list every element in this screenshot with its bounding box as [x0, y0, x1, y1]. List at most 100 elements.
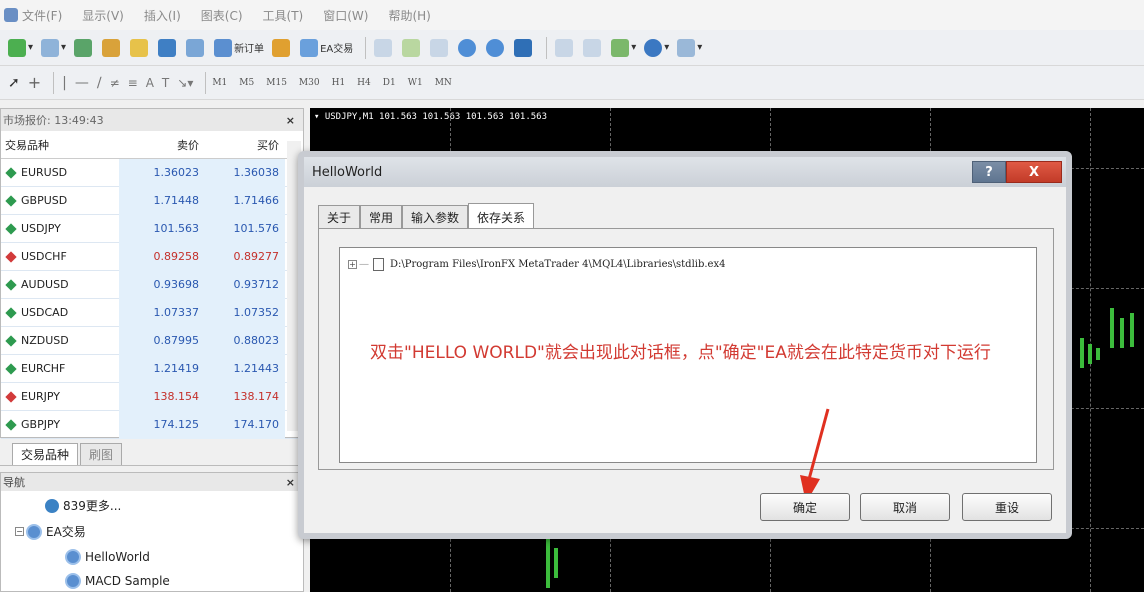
- menu-view[interactable]: 显示(V): [82, 7, 124, 24]
- bar-chart-button[interactable]: [372, 36, 396, 60]
- crosshair-icon: +: [27, 73, 42, 92]
- symbol-name: EURJPY: [21, 390, 60, 403]
- timeframe-m1[interactable]: M1: [212, 78, 227, 88]
- market-watch-button[interactable]: [72, 36, 96, 60]
- separator: [53, 71, 55, 94]
- cancel-button[interactable]: 取消: [860, 493, 950, 521]
- table-row[interactable]: USDCHF 0.89258 0.89277: [1, 242, 303, 271]
- menu-tools[interactable]: 工具(T): [263, 7, 304, 24]
- table-row[interactable]: GBPJPY 174.125 174.170: [1, 410, 303, 439]
- up-arrow-icon: [5, 194, 17, 207]
- close-icon[interactable]: ×: [286, 476, 295, 489]
- nav-item-expert-advisors[interactable]: − EA交易: [15, 523, 86, 540]
- nav-item-macd-sample[interactable]: MACD Sample: [65, 573, 170, 589]
- menu-bar: 文件(F) 显示(V) 插入(I) 图表(C) 工具(T) 窗口(W) 帮助(H…: [0, 0, 1144, 30]
- trendline-button[interactable]: ∕: [95, 71, 104, 95]
- menu-help[interactable]: 帮助(H): [388, 7, 430, 24]
- text-button[interactable]: A: [144, 71, 156, 95]
- file-icon: [373, 258, 384, 271]
- navigator-button[interactable]: [128, 36, 152, 60]
- globe-icon: [45, 498, 59, 513]
- chart-shift-button[interactable]: [581, 36, 605, 60]
- fibonacci-button[interactable]: ≡: [126, 71, 140, 95]
- cursor-button[interactable]: ➚: [6, 71, 22, 95]
- tester-button[interactable]: [184, 36, 208, 60]
- close-button[interactable]: X: [1006, 161, 1062, 183]
- timeframe-d1[interactable]: D1: [383, 78, 396, 88]
- tab-inputs[interactable]: 输入参数: [402, 205, 469, 229]
- help-button[interactable]: ?: [972, 161, 1006, 183]
- tab-dependencies[interactable]: 依存关系: [468, 203, 535, 229]
- table-row[interactable]: USDCAD 1.07337 1.07352: [1, 298, 303, 327]
- templates-button[interactable]: ▾: [675, 36, 704, 60]
- nav-item-label: HelloWorld: [85, 550, 150, 564]
- tile-windows-button[interactable]: [512, 36, 536, 60]
- terminal-button[interactable]: [156, 36, 180, 60]
- timeframe-m15[interactable]: M15: [266, 78, 287, 88]
- timeframe-w1[interactable]: W1: [408, 78, 423, 88]
- table-row[interactable]: GBPUSD 1.71448 1.71466: [1, 186, 303, 215]
- expand-icon[interactable]: −: [15, 527, 24, 536]
- dialog-title: HelloWorld: [312, 164, 383, 180]
- crosshair-button[interactable]: +: [26, 71, 43, 95]
- drawing-toolbar: ➚ + | — ∕ ≠ ≡ A T ↘▾ M1 M5 M15 M30 H1 H4…: [0, 66, 1144, 100]
- table-row[interactable]: EURUSD 1.36023 1.36038: [1, 158, 303, 187]
- candle: [1130, 313, 1134, 347]
- menu-file[interactable]: 文件(F): [22, 7, 62, 24]
- nav-item-helloworld[interactable]: HelloWorld: [65, 549, 150, 565]
- ok-button[interactable]: 确定: [760, 493, 850, 521]
- nav-item-more[interactable]: 839更多...: [45, 497, 121, 514]
- timeframe-mn[interactable]: MN: [435, 78, 452, 88]
- candle-chart-button[interactable]: [400, 36, 424, 60]
- ea-trading-button[interactable]: EA交易: [298, 36, 355, 60]
- tab-about[interactable]: 关于: [318, 205, 361, 229]
- candle: [1110, 308, 1114, 348]
- table-row[interactable]: USDJPY 101.563 101.576: [1, 214, 303, 243]
- timeframe-h4[interactable]: H4: [357, 78, 371, 88]
- periods-button[interactable]: ▾: [642, 36, 671, 60]
- new-chart-button[interactable]: ▾: [6, 36, 35, 60]
- auto-scroll-icon: [555, 38, 574, 57]
- vertical-line-button[interactable]: |: [60, 71, 69, 95]
- timeframe-h1[interactable]: H1: [332, 78, 346, 88]
- profiles-button[interactable]: ▾: [39, 36, 68, 60]
- column-header-ask[interactable]: 买价: [203, 137, 285, 153]
- close-icon[interactable]: ×: [286, 114, 295, 127]
- table-row[interactable]: EURCHF 1.21419 1.21443: [1, 354, 303, 383]
- indicators-button[interactable]: ▾: [609, 36, 638, 60]
- timeframe-m30[interactable]: M30: [299, 78, 320, 88]
- data-window-button[interactable]: [100, 36, 124, 60]
- ea-trading-icon: [300, 38, 319, 57]
- ask-cell: 174.170: [203, 410, 285, 439]
- table-row[interactable]: EURJPY 138.154 138.174: [1, 382, 303, 411]
- arrows-button[interactable]: ↘▾: [175, 71, 195, 95]
- reset-button[interactable]: 重设: [962, 493, 1052, 521]
- horizontal-line-button[interactable]: —: [73, 71, 91, 95]
- menu-window[interactable]: 窗口(W): [323, 7, 368, 24]
- new-order-button[interactable]: 新订单: [212, 36, 266, 60]
- table-row[interactable]: NZDUSD 0.87995 0.88023: [1, 326, 303, 355]
- expand-icon[interactable]: +: [348, 260, 357, 269]
- dependency-item[interactable]: + — D:\Program Files\IronFX MetaTrader 4\M…: [348, 258, 725, 271]
- line-chart-button[interactable]: [428, 36, 452, 60]
- metaeditor-button[interactable]: [270, 36, 294, 60]
- table-row[interactable]: AUDUSD 0.93698 0.93712: [1, 270, 303, 299]
- column-header-bid[interactable]: 卖价: [119, 137, 203, 153]
- menu-charts[interactable]: 图表(C): [201, 7, 243, 24]
- channel-button[interactable]: ≠: [108, 71, 122, 95]
- zoom-in-button[interactable]: [456, 36, 480, 60]
- tab-common[interactable]: 常用: [360, 205, 403, 229]
- bid-cell: 1.71448: [119, 186, 203, 215]
- symbol-cell: EURUSD: [1, 166, 119, 179]
- up-arrow-icon: [5, 278, 17, 291]
- column-header-symbol[interactable]: 交易品种: [1, 137, 119, 153]
- auto-scroll-button[interactable]: [553, 36, 577, 60]
- timeframe-m5[interactable]: M5: [239, 78, 254, 88]
- menu-insert[interactable]: 插入(I): [144, 7, 181, 24]
- zoom-out-button[interactable]: [484, 36, 508, 60]
- clock-icon: [644, 38, 663, 57]
- label-button[interactable]: T: [160, 71, 171, 95]
- symbol-name: AUDUSD: [21, 278, 69, 291]
- tab-symbols[interactable]: 交易品种: [12, 443, 79, 465]
- tab-tick-chart[interactable]: 刷图: [80, 443, 123, 465]
